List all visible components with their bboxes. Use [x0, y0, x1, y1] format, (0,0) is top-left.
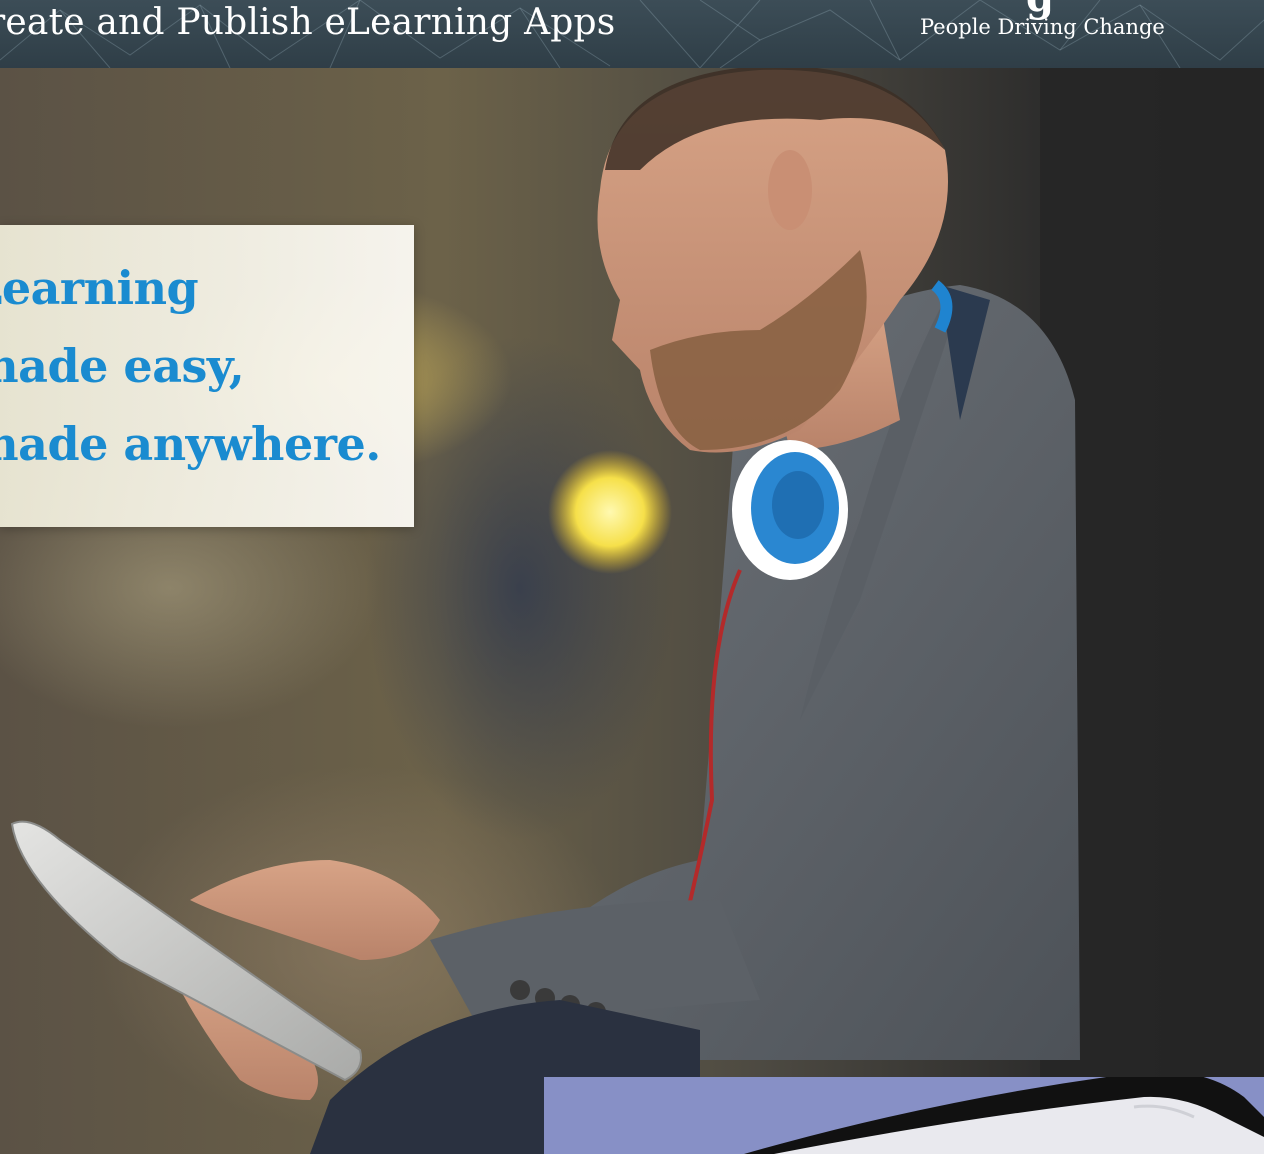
header-banner: reate and Publish eLearning Apps g Peopl… [0, 0, 1264, 68]
headline-line-3: made anywhere. [0, 417, 381, 471]
tablet-device-icon [744, 1077, 1264, 1154]
headline-card: Learning made easy, made anywhere. [0, 225, 414, 527]
headline-line-1: Learning [0, 261, 199, 315]
promo-panel [544, 1077, 1264, 1154]
bokeh-light [548, 450, 672, 574]
brand-tagline: People Driving Change [920, 15, 1165, 39]
banner-title: reate and Publish eLearning Apps [0, 2, 616, 43]
headline-line-2: made easy, [0, 339, 245, 393]
